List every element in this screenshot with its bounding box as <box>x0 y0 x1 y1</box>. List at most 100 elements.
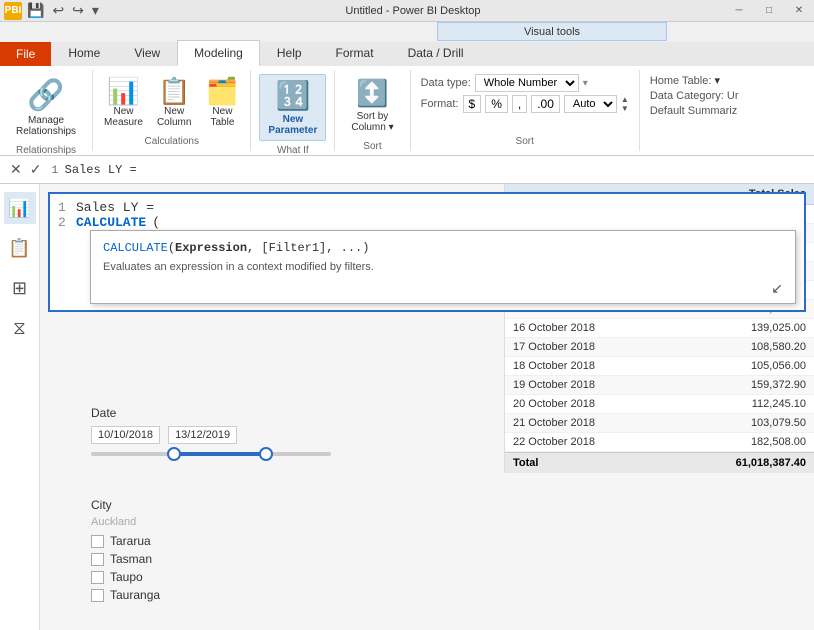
table-value: 139,025.00 <box>751 322 806 334</box>
title-bar: PBI 💾 ↩ ↪ ▾ Untitled - Power BI Desktop … <box>0 0 814 22</box>
date-slider-left-thumb[interactable] <box>167 447 181 461</box>
manage-relationships-btn[interactable]: 🔗 ManageRelationships <box>8 74 84 141</box>
sidebar-report-icon[interactable]: 📊 <box>4 192 36 224</box>
city-item-taupo[interactable]: Taupo <box>91 568 339 586</box>
func-name: CALCULATE <box>103 241 168 255</box>
comma-format-btn[interactable]: , <box>512 95 527 113</box>
table-date: 18 October 2018 <box>513 360 595 372</box>
close-btn[interactable]: ✕ <box>784 0 814 22</box>
sidebar-filter-icon[interactable]: ⧖ <box>4 312 36 344</box>
table-value: 182,508.00 <box>751 436 806 448</box>
city-item-tauranga[interactable]: Tauranga <box>91 586 339 604</box>
date-slider-track[interactable] <box>91 452 331 456</box>
format-label: Format: <box>421 98 459 110</box>
city-item-tararua[interactable]: Tararua <box>91 532 339 550</box>
formula-cancel-btn[interactable]: ✕ <box>8 161 24 178</box>
table-value: 103,079.50 <box>751 417 806 429</box>
home-table-dropdown[interactable]: ▾ <box>714 75 720 87</box>
quick-access-dropdown[interactable]: ▾ <box>89 0 102 21</box>
date-slider-right-thumb[interactable] <box>259 447 273 461</box>
table-value: 159,372.90 <box>751 379 806 391</box>
data-type-dropdown-arrow: ▾ <box>583 78 588 89</box>
new-table-btn[interactable]: 🗂️ NewTable <box>200 75 244 131</box>
data-category-row: Data Category: Ur <box>650 90 790 102</box>
tab-view[interactable]: View <box>117 40 177 66</box>
date-slider-fill <box>171 452 271 456</box>
decimal-format-btn[interactable]: .00 <box>531 95 560 113</box>
autocomplete-popup: CALCULATE(Expression, [Filter1], ...) Ev… <box>90 230 796 304</box>
relationships-group-label: Relationships <box>16 141 76 156</box>
new-param-icon: 🔢 <box>275 79 310 112</box>
new-parameter-btn[interactable]: 🔢 NewParameter <box>259 74 326 141</box>
table-value: 105,056.00 <box>751 360 806 372</box>
content-area: 1 Sales LY = 2 CALCULATE( CALCULATE(Expr… <box>40 184 814 630</box>
data-type-dropdown[interactable]: Whole Number <box>475 74 579 92</box>
city-label-tasman: Tasman <box>110 552 152 566</box>
table-row: 16 October 2018 139,025.00 <box>505 319 814 338</box>
redo-quick-btn[interactable]: ↪ <box>69 0 87 21</box>
city-checkbox-tauranga[interactable] <box>91 589 104 602</box>
new-column-btn[interactable]: 📋 NewColumn <box>152 75 196 131</box>
table-date: 19 October 2018 <box>513 379 595 391</box>
date-end[interactable]: 13/12/2019 <box>168 426 237 444</box>
table-row: 22 October 2018 182,508.00 <box>505 433 814 452</box>
total-label: Total <box>513 457 538 469</box>
auto-dropdown[interactable]: Auto <box>564 95 617 113</box>
sidebar-data-icon[interactable]: 📋 <box>4 232 36 264</box>
table-date: 21 October 2018 <box>513 417 595 429</box>
formula-content[interactable]: 1 Sales LY = <box>51 163 806 177</box>
city-slicer-title: City <box>91 498 339 512</box>
table-date: 16 October 2018 <box>513 322 595 334</box>
date-slicer-title: Date <box>91 406 331 420</box>
formula-confirm-btn[interactable]: ✓ <box>28 161 44 178</box>
default-summarize-row: Default Summariz <box>650 105 790 117</box>
home-table-label: Home Table: <box>650 75 715 87</box>
save-quick-btn[interactable]: 💾 <box>24 0 47 21</box>
formula-line-1: 1 <box>51 165 64 177</box>
table-value: 112,245.10 <box>752 398 806 410</box>
tab-format[interactable]: Format <box>319 40 391 66</box>
new-table-icon: 🗂️ <box>206 78 238 104</box>
city-label-tararua: Tararua <box>110 534 151 548</box>
maximize-btn[interactable]: □ <box>754 0 784 22</box>
auto-spinner[interactable]: ▲ ▼ <box>621 95 629 113</box>
undo-quick-btn[interactable]: ↩ <box>49 0 67 21</box>
minimize-btn[interactable]: ─ <box>724 0 754 22</box>
tab-data-drill[interactable]: Data / Drill <box>391 40 481 66</box>
tab-home[interactable]: Home <box>51 40 117 66</box>
home-table-row: Home Table: ▾ <box>650 74 790 87</box>
table-value: 108,580.20 <box>751 341 806 353</box>
new-column-icon: 📋 <box>158 78 190 104</box>
city-item-tasman[interactable]: Tasman <box>91 550 339 568</box>
tab-help[interactable]: Help <box>260 40 319 66</box>
formula-line-1-row: 1 Sales LY = <box>58 200 796 215</box>
formula-line-2-row: 2 CALCULATE( <box>58 215 796 230</box>
total-value: 61,018,387.40 <box>736 457 806 469</box>
formula-controls: ✕ ✓ <box>8 161 43 178</box>
autocomplete-item[interactable]: CALCULATE(Expression, [Filter1], ...) <box>103 239 783 257</box>
new-measure-icon: 📊 <box>107 78 139 104</box>
tab-modeling[interactable]: Modeling <box>177 40 260 66</box>
city-label-tauranga: Tauranga <box>110 588 160 602</box>
date-start[interactable]: 10/10/2018 <box>91 426 160 444</box>
date-range: 10/10/2018 13/12/2019 <box>91 426 331 444</box>
window-title: Untitled - Power BI Desktop <box>337 5 488 17</box>
window-controls: ─ □ ✕ <box>724 0 814 22</box>
sort-group-label: Sort <box>363 137 381 152</box>
func-open-paren: ( <box>168 241 175 255</box>
percent-format-btn[interactable]: % <box>485 95 508 113</box>
sidebar-model-icon[interactable]: ⊞ <box>4 272 36 304</box>
city-checkbox-tasman[interactable] <box>91 553 104 566</box>
table-date: 22 October 2018 <box>513 436 595 448</box>
calculations-group-label: Calculations <box>99 132 244 147</box>
date-slicer: Date 10/10/2018 13/12/2019 <box>85 400 337 470</box>
sort-by-column-btn[interactable]: ↕️ Sort byColumn ▾ <box>343 74 401 137</box>
manage-rel-icon: 🔗 <box>27 78 64 113</box>
tab-file[interactable]: File <box>0 42 51 66</box>
new-measure-btn[interactable]: 📊 NewMeasure <box>99 75 148 131</box>
city-label-taupo: Taupo <box>110 570 143 584</box>
city-checkbox-taupo[interactable] <box>91 571 104 584</box>
dollar-format-btn[interactable]: $ <box>463 95 482 113</box>
formula-editor[interactable]: 1 Sales LY = 2 CALCULATE( CALCULATE(Expr… <box>48 192 806 312</box>
city-checkbox-tararua[interactable] <box>91 535 104 548</box>
